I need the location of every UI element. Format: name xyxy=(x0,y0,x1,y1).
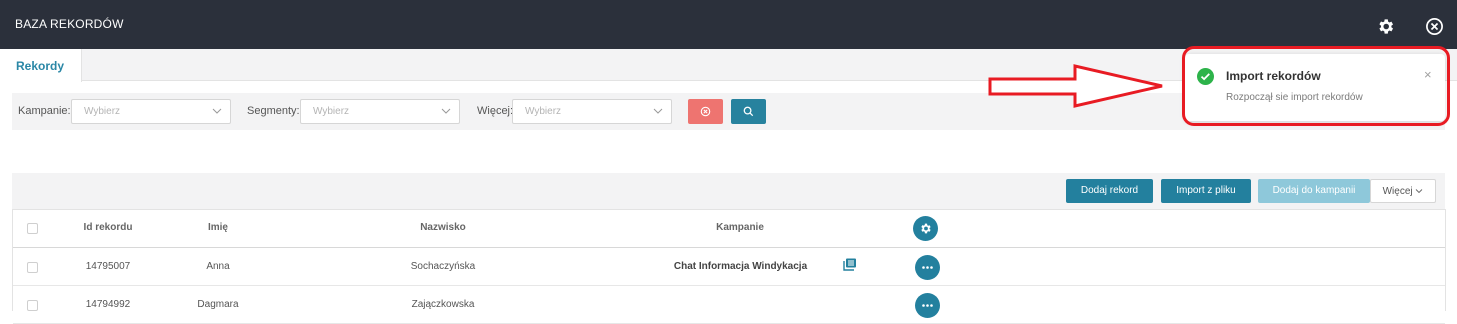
more-select-value: Wybierz xyxy=(525,106,562,117)
record-campaign: Chat Informacja Windykacja xyxy=(673,261,808,272)
add-to-campaign-button[interactable]: Dodaj do kampanii xyxy=(1258,179,1370,203)
campaign-filter-label: Kampanie: xyxy=(18,105,71,117)
select-all-checkbox[interactable] xyxy=(27,223,38,234)
column-settings-button[interactable] xyxy=(913,216,938,241)
table-row[interactable]: 14794992 Dagmara Zajączkowska xyxy=(13,286,1445,324)
row-actions-button[interactable] xyxy=(915,293,940,318)
clear-icon xyxy=(700,106,711,117)
more-dots-icon xyxy=(922,266,933,269)
gear-icon xyxy=(921,223,931,234)
record-id: 14795007 xyxy=(85,261,131,272)
column-header-campaigns[interactable]: Kampanie xyxy=(690,222,790,233)
row-checkbox[interactable] xyxy=(27,262,38,273)
segment-select-value: Wybierz xyxy=(313,106,350,117)
more-filter-label: Więcej: xyxy=(477,105,514,117)
record-first-name: Dagmara xyxy=(197,299,239,310)
more-actions-button[interactable]: Więcej xyxy=(1370,179,1436,203)
search-icon xyxy=(743,106,754,117)
chevron-down-icon xyxy=(653,108,663,114)
campaign-select-value: Wybierz xyxy=(84,106,121,117)
clear-filters-button[interactable] xyxy=(688,99,723,124)
chevron-down-icon xyxy=(441,108,451,114)
column-header-last-name[interactable]: Nazwisko xyxy=(393,222,493,233)
table-header-row: Id rekordu Imię Nazwisko Kampanie xyxy=(13,210,1445,248)
record-last-name: Sochaczyńska xyxy=(410,261,476,272)
campaign-select[interactable]: Wybierz xyxy=(71,99,231,124)
tab-rekordy[interactable]: Rekordy xyxy=(0,49,82,82)
close-circle-icon[interactable] xyxy=(1425,17,1445,37)
import-file-button[interactable]: Import z pliku xyxy=(1161,179,1251,203)
gear-icon[interactable] xyxy=(1376,17,1396,37)
chevron-down-icon xyxy=(212,108,222,114)
search-button[interactable] xyxy=(731,99,766,124)
record-first-name: Anna xyxy=(206,261,230,272)
table-row[interactable]: 14795007 Anna Sochaczyńska Chat Informac… xyxy=(13,248,1445,286)
more-dots-icon xyxy=(922,304,933,307)
segment-filter-label: Segmenty: xyxy=(247,105,300,117)
records-table: Id rekordu Imię Nazwisko Kampanie 147950… xyxy=(12,209,1446,324)
segment-select[interactable]: Wybierz xyxy=(300,99,460,124)
column-header-id[interactable]: Id rekordu xyxy=(68,222,148,233)
record-last-name: Zajączkowska xyxy=(411,299,475,310)
chevron-down-icon xyxy=(1416,189,1423,194)
row-actions-button[interactable] xyxy=(915,255,940,280)
annotation-highlight xyxy=(1182,46,1450,126)
records-toolbar: Dodaj rekord Import z pliku Dodaj do kam… xyxy=(12,173,1445,209)
record-id: 14794992 xyxy=(85,299,131,310)
row-checkbox[interactable] xyxy=(27,300,38,311)
top-bar: BAZA REKORDÓW xyxy=(0,0,1457,49)
annotation-arrow xyxy=(988,64,1163,108)
campaign-list-icon[interactable] xyxy=(843,258,857,276)
more-actions-label: Więcej xyxy=(1382,186,1413,197)
column-header-first-name[interactable]: Imię xyxy=(178,222,258,233)
add-record-button[interactable]: Dodaj rekord xyxy=(1066,179,1153,203)
more-select[interactable]: Wybierz xyxy=(512,99,672,124)
page-title: BAZA REKORDÓW xyxy=(15,17,124,31)
